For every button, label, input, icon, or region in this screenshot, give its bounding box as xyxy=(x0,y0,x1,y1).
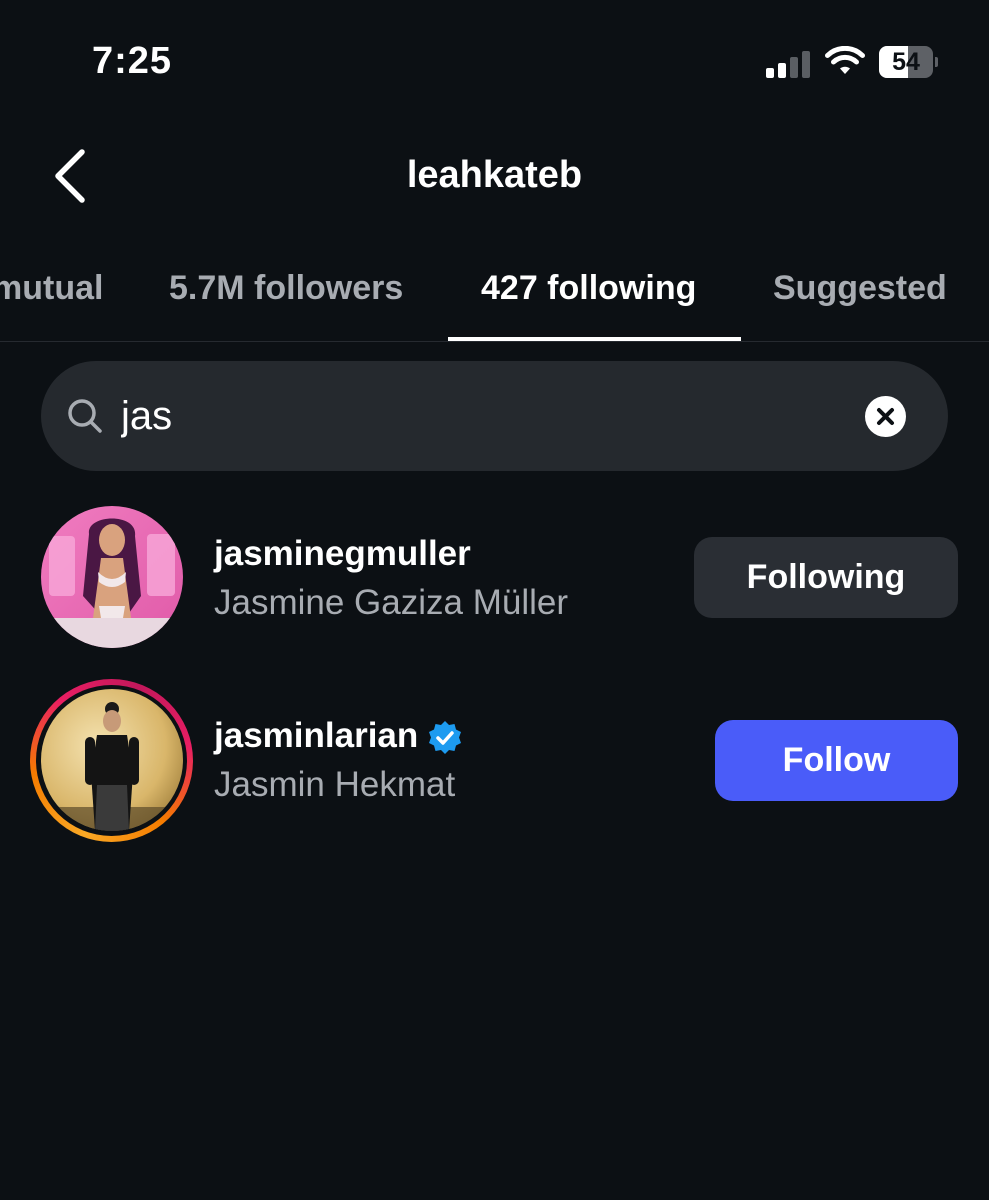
full-name: Jasmin Hekmat xyxy=(214,765,456,804)
divider xyxy=(0,341,989,342)
battery-level: 54 xyxy=(892,48,920,76)
page-title: leahkateb xyxy=(406,154,583,196)
verified-badge-icon xyxy=(429,721,461,754)
search-bar xyxy=(41,361,948,471)
tab-following[interactable]: 427 following xyxy=(481,262,696,342)
following-list-screen: 7:25 54 leahkateb mutual 5.7M followers … xyxy=(0,0,989,1200)
wifi-icon xyxy=(825,46,865,74)
search-input[interactable] xyxy=(121,387,841,445)
full-name: Jasmine Gaziza Müller xyxy=(214,583,568,622)
username[interactable]: jasminegmuller xyxy=(214,534,471,574)
username[interactable]: jasminlarian xyxy=(214,716,418,756)
close-icon xyxy=(877,408,894,425)
follow-button[interactable]: Follow xyxy=(715,720,958,801)
tab-mutual[interactable]: mutual xyxy=(0,262,103,342)
following-button[interactable]: Following xyxy=(694,537,958,618)
avatar-image xyxy=(41,689,183,831)
avatar[interactable] xyxy=(41,506,183,648)
avatar[interactable] xyxy=(41,689,183,831)
battery-icon: 54 xyxy=(879,46,938,78)
cellular-signal-icon xyxy=(766,50,812,78)
tab-bar: mutual 5.7M followers 427 following Sugg… xyxy=(0,262,989,342)
tab-followers[interactable]: 5.7M followers xyxy=(169,262,403,342)
status-time: 7:25 xyxy=(92,40,173,82)
tab-suggested[interactable]: Suggested xyxy=(773,262,947,342)
list-item[interactable]: jasminegmuller Jasmine Gaziza Müller Fol… xyxy=(0,500,989,660)
list-item[interactable]: jasminlarian Jasmin Hekmat Follow xyxy=(0,678,989,842)
avatar-image xyxy=(41,506,183,648)
search-icon xyxy=(68,399,102,433)
clear-search-button[interactable] xyxy=(865,396,906,437)
